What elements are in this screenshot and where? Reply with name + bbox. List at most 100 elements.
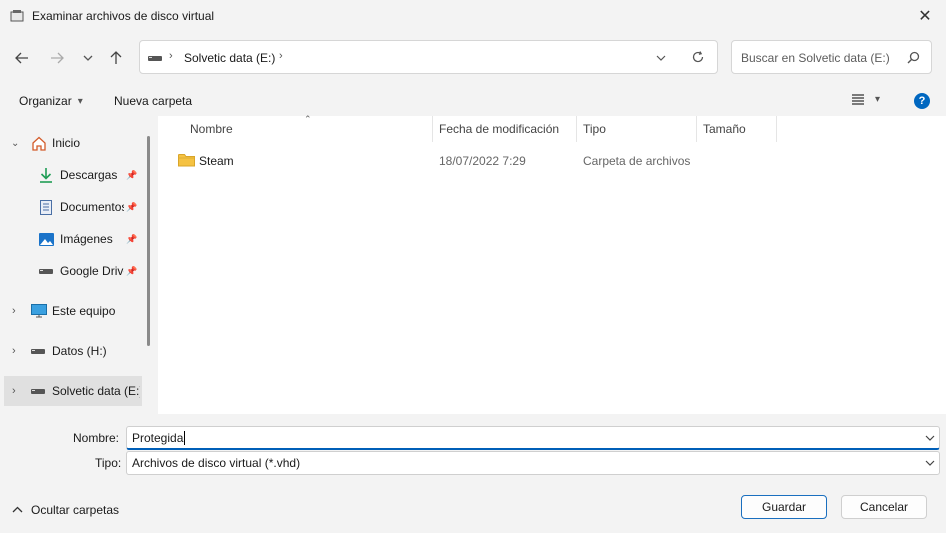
sidebar-item-label: Datos (H:) (52, 344, 107, 358)
drive-icon (148, 56, 162, 61)
command-bar: Organizar ▾ Nueva carpeta ▾ ? (0, 86, 946, 116)
home-icon (32, 136, 46, 151)
refresh-icon (692, 51, 704, 63)
sidebar-item-label: Imágenes (60, 232, 113, 246)
file-name-input[interactable]: Protegida (132, 431, 183, 445)
file-type-value: Archivos de disco virtual (*.vhd) (132, 456, 301, 470)
column-header-type[interactable]: Tipo (577, 116, 697, 142)
chevron-up-icon (12, 506, 23, 512)
close-button[interactable]: ✕ (912, 4, 938, 28)
title-bar: Examinar archivos de disco virtual ✕ (0, 0, 946, 32)
column-header-name[interactable]: Nombre (184, 116, 433, 142)
pin-icon: 📌 (126, 233, 138, 244)
list-view-icon (852, 94, 864, 105)
help-button[interactable]: ? (914, 93, 930, 109)
sidebar-item-imagenes[interactable]: Imágenes 📌 (0, 224, 142, 254)
dialog-icon (10, 10, 24, 22)
pin-icon: 📌 (126, 265, 138, 276)
arrow-up-icon (110, 51, 122, 64)
recent-locations-button[interactable] (76, 46, 100, 70)
sidebar-item-documentos[interactable]: Documentos 📌 (0, 192, 142, 222)
file-name-field[interactable]: Protegida (126, 426, 940, 450)
computer-icon (31, 304, 47, 318)
sidebar-item-este-equipo[interactable]: › Este equipo (0, 296, 142, 326)
hide-folders-toggle[interactable]: Ocultar carpetas (12, 503, 119, 517)
chevron-right-icon[interactable]: › (12, 385, 16, 397)
column-header-label: Tipo (583, 122, 606, 136)
arrow-left-icon (15, 52, 28, 64)
sidebar-item-label: Descargas (60, 168, 118, 182)
sidebar-item-label: Este equipo (52, 304, 116, 318)
close-icon: ✕ (918, 8, 932, 25)
breadcrumb-item[interactable]: Solvetic data (E:) (184, 51, 275, 65)
caret-down-icon: ▾ (875, 93, 881, 105)
chevron-right-icon[interactable]: › (12, 345, 16, 357)
address-bar[interactable]: › Solvetic data (E:) › (139, 40, 718, 74)
sidebar-item-label: Documentos (60, 200, 124, 214)
sidebar-item-inicio[interactable]: ⌄ Inicio (0, 128, 142, 158)
cancel-button-label: Cancelar (859, 500, 909, 514)
navigation-pane: ⌄ Inicio Descargas 📌 Documentos 📌 Imágen… (0, 116, 158, 414)
sidebar-item-label: Google Drive (60, 264, 124, 278)
chevron-down-icon (925, 460, 935, 466)
view-options-button[interactable]: ▾ (851, 93, 880, 105)
drive-icon (31, 389, 45, 394)
up-button[interactable] (104, 46, 128, 70)
chevron-right-icon[interactable]: › (12, 305, 16, 317)
organize-menu[interactable]: Organizar ▾ (19, 94, 83, 108)
refresh-button[interactable] (691, 50, 705, 67)
column-header-modified[interactable]: Fecha de modificación (433, 116, 577, 142)
sidebar-item-datos[interactable]: › Datos (H:) (0, 336, 142, 366)
column-header-label: Nombre (190, 122, 233, 136)
file-type-select[interactable]: Archivos de disco virtual (*.vhd) (126, 451, 940, 475)
file-modified: 18/07/2022 7:29 (439, 154, 526, 168)
folder-icon (178, 154, 195, 167)
pin-icon: 📌 (126, 169, 138, 180)
file-list: ⌃ Nombre Fecha de modificación Tipo Tama… (158, 114, 946, 414)
sidebar-item-label: Solvetic data (E:) (52, 384, 140, 398)
cancel-button[interactable]: Cancelar (841, 495, 927, 519)
hide-folders-label: Ocultar carpetas (31, 503, 120, 517)
search-input[interactable]: Buscar en Solvetic data (E:) (741, 51, 890, 65)
organize-label: Organizar (19, 94, 72, 108)
chevron-down-icon (656, 55, 666, 61)
type-label: Tipo: (95, 456, 122, 470)
sidebar-item-label: Inicio (52, 136, 81, 150)
save-button-label: Guardar (761, 500, 807, 514)
drive-icon (31, 349, 45, 354)
breadcrumb-separator-icon: › (279, 50, 283, 62)
file-row[interactable]: Steam 18/07/2022 7:29 Carpeta de archivo… (166, 147, 766, 173)
address-history-button[interactable] (655, 52, 667, 67)
sidebar-item-descargas[interactable]: Descargas 📌 (0, 160, 142, 190)
help-icon: ? (918, 95, 926, 107)
file-type: Carpeta de archivos (583, 154, 691, 168)
new-folder-button[interactable]: Nueva carpeta (114, 94, 192, 108)
sidebar-item-google-drive[interactable]: Google Drive 📌 (0, 256, 142, 286)
forward-button[interactable] (45, 46, 69, 70)
caret-down-icon: ▾ (77, 95, 83, 107)
sidebar-scrollbar[interactable] (147, 136, 150, 346)
drive-icon (39, 269, 53, 274)
name-label: Nombre: (73, 431, 120, 445)
save-panel: Nombre: Protegida Tipo: Archivos de disc… (0, 414, 946, 533)
pin-icon: 📌 (126, 201, 138, 212)
chevron-down-icon[interactable]: ⌄ (11, 138, 19, 149)
column-header-label: Tamaño (703, 122, 746, 136)
chevron-down-icon[interactable] (925, 433, 935, 443)
back-button[interactable] (10, 46, 34, 70)
file-name: Steam (199, 154, 234, 168)
download-icon (40, 168, 52, 183)
chevron-down-icon (83, 55, 93, 61)
text-cursor (184, 430, 186, 445)
sidebar-item-solvetic-data[interactable]: › Solvetic data (E:) (4, 376, 142, 406)
picture-icon (39, 232, 54, 246)
column-header-size[interactable]: Tamaño (697, 116, 777, 142)
search-icon (907, 51, 920, 64)
search-box[interactable]: Buscar en Solvetic data (E:) (731, 40, 932, 74)
save-button[interactable]: Guardar (741, 495, 827, 519)
window-title: Examinar archivos de disco virtual (32, 9, 215, 23)
arrow-right-icon (51, 52, 64, 64)
column-header-label: Fecha de modificación (439, 122, 560, 136)
document-icon (40, 199, 52, 215)
breadcrumb-separator-icon: › (169, 50, 173, 62)
